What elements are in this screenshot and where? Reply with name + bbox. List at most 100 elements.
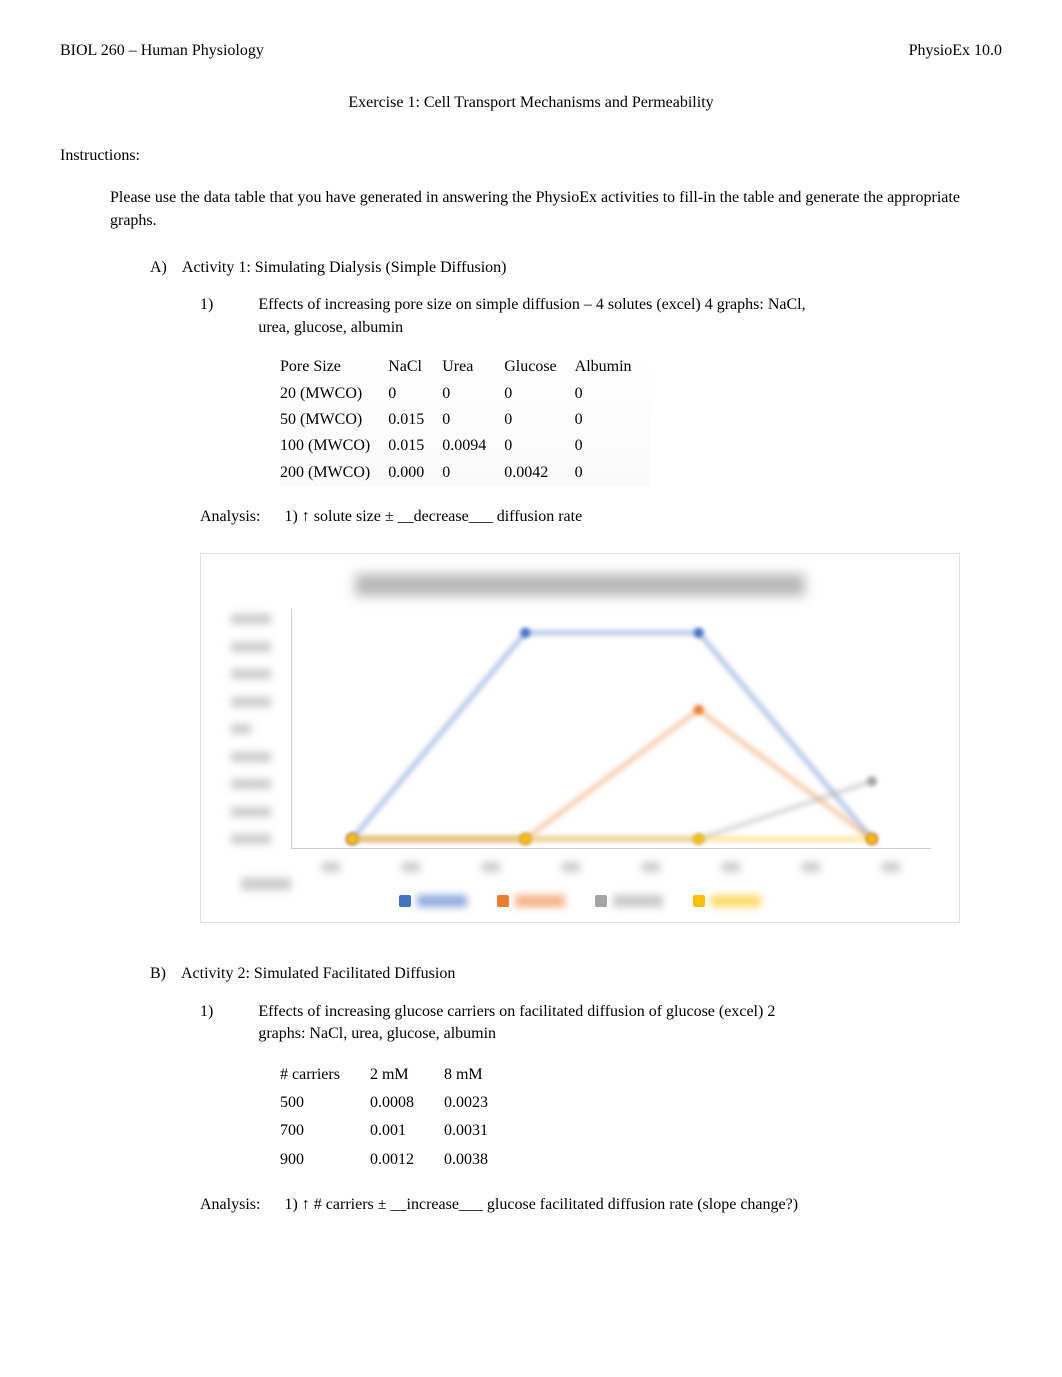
cell: 0.001 <box>370 1117 444 1145</box>
y-tick <box>231 669 271 679</box>
legend-marker-icon <box>399 895 411 907</box>
cell: 0.0038 <box>444 1146 518 1174</box>
th-urea: Urea <box>442 354 504 380</box>
table-carriers: # carriers 2 mM 8 mM 500 0.0008 0.0023 7… <box>280 1061 518 1175</box>
analysis-a-text: 1) ↑ solute size ± __decrease___ diffusi… <box>284 508 582 525</box>
table-row: 900 0.0012 0.0038 <box>280 1146 518 1174</box>
y-tick <box>231 807 271 817</box>
cell: 0.0012 <box>370 1146 444 1174</box>
cell: 0 <box>575 381 650 407</box>
section-a-sub1-text: Effects of increasing pore size on simpl… <box>258 294 808 339</box>
cell: 0.0042 <box>504 460 574 486</box>
legend-label <box>515 895 565 907</box>
y-tick <box>231 697 271 707</box>
cell: 900 <box>280 1146 370 1174</box>
x-tick <box>722 862 740 872</box>
cell: 0 <box>442 460 504 486</box>
table-header-row: # carriers 2 mM 8 mM <box>280 1061 518 1089</box>
cell: 0 <box>575 460 650 486</box>
cell: 700 <box>280 1117 370 1145</box>
cell: 100 (MWCO) <box>280 433 388 459</box>
table-row: 200 (MWCO) 0.000 0 0.0042 0 <box>280 460 650 486</box>
th-glucose: Glucose <box>504 354 574 380</box>
legend-label <box>711 895 761 907</box>
section-b-letter: B) <box>150 963 166 985</box>
cell: 0.0094 <box>442 433 504 459</box>
analysis-a-label: Analysis: <box>200 508 260 525</box>
cell: 0 <box>442 407 504 433</box>
course-header-left: BIOL 260 – Human Physiology <box>60 40 264 62</box>
table-row: 20 (MWCO) 0 0 0 0 <box>280 381 650 407</box>
cell: 0 <box>442 381 504 407</box>
th-nacl: NaCl <box>388 354 442 380</box>
cell: 0.015 <box>388 433 442 459</box>
th-carriers: # carriers <box>280 1061 370 1089</box>
cell: 0 <box>575 433 650 459</box>
legend-label <box>613 895 663 907</box>
table-row: 50 (MWCO) 0.015 0 0 0 <box>280 407 650 433</box>
table-row: 500 0.0008 0.0023 <box>280 1089 518 1117</box>
x-tick <box>802 862 820 872</box>
chart-title-blurred <box>355 574 805 596</box>
cell: 20 (MWCO) <box>280 381 388 407</box>
chart-plot-area <box>291 609 931 849</box>
legend-item-nacl <box>399 895 467 907</box>
legend-marker-icon <box>497 895 509 907</box>
legend-item-glucose <box>595 895 663 907</box>
exercise-title: Exercise 1: Cell Transport Mechanisms an… <box>60 92 1002 114</box>
section-b-title: Activity 2: Simulated Facilitated Diffus… <box>181 963 455 985</box>
y-tick <box>231 724 251 734</box>
cell: 500 <box>280 1089 370 1117</box>
x-tick <box>322 862 340 872</box>
section-a-sub1-num: 1) <box>200 294 213 339</box>
table-pore-size: Pore Size NaCl Urea Glucose Albumin 20 (… <box>280 354 650 486</box>
cell: 0 <box>504 381 574 407</box>
legend-marker-icon <box>595 895 607 907</box>
legend-label <box>417 895 467 907</box>
chart-dialysis <box>200 553 960 923</box>
x-tick <box>882 862 900 872</box>
cell: 0.0023 <box>444 1089 518 1117</box>
section-a-letter: A) <box>150 257 167 279</box>
y-tick <box>231 834 271 844</box>
x-tick <box>402 862 420 872</box>
cell: 0 <box>388 381 442 407</box>
x-tick <box>482 862 500 872</box>
y-tick <box>231 614 271 624</box>
x-tick <box>562 862 580 872</box>
cell: 0 <box>575 407 650 433</box>
y-tick <box>231 779 271 789</box>
analysis-b-text: 1) ↑ # carriers ± __increase___ glucose … <box>284 1196 798 1213</box>
cell: 50 (MWCO) <box>280 407 388 433</box>
chart-x-axis <box>291 862 931 872</box>
y-tick <box>231 642 271 652</box>
legend-marker-icon <box>693 895 705 907</box>
instructions-text: Please use the data table that you have … <box>110 187 1002 232</box>
cell: 200 (MWCO) <box>280 460 388 486</box>
chart-svg <box>292 609 932 849</box>
chart-legend <box>399 895 761 907</box>
instructions-label: Instructions: <box>60 145 1002 167</box>
cell: 0.000 <box>388 460 442 486</box>
x-tick <box>642 862 660 872</box>
cell: 0.0008 <box>370 1089 444 1117</box>
section-a-title: Activity 1: Simulating Dialysis (Simple … <box>182 257 507 279</box>
x-category-label <box>241 878 291 890</box>
cell: 0 <box>504 433 574 459</box>
th-8mm: 8 mM <box>444 1061 518 1089</box>
cell: 0.015 <box>388 407 442 433</box>
section-b-sub1-num: 1) <box>200 1001 213 1046</box>
y-tick <box>231 752 271 762</box>
cell: 0 <box>504 407 574 433</box>
table-header-row: Pore Size NaCl Urea Glucose Albumin <box>280 354 650 380</box>
legend-item-albumin <box>693 895 761 907</box>
legend-item-urea <box>497 895 565 907</box>
th-pore-size: Pore Size <box>280 354 388 380</box>
section-b-sub1-text: Effects of increasing glucose carriers o… <box>258 1001 808 1046</box>
th-albumin: Albumin <box>575 354 650 380</box>
table-row: 700 0.001 0.0031 <box>280 1117 518 1145</box>
cell: 0.0031 <box>444 1117 518 1145</box>
th-2mm: 2 mM <box>370 1061 444 1089</box>
chart-y-axis <box>231 614 281 844</box>
analysis-b-label: Analysis: <box>200 1196 260 1213</box>
